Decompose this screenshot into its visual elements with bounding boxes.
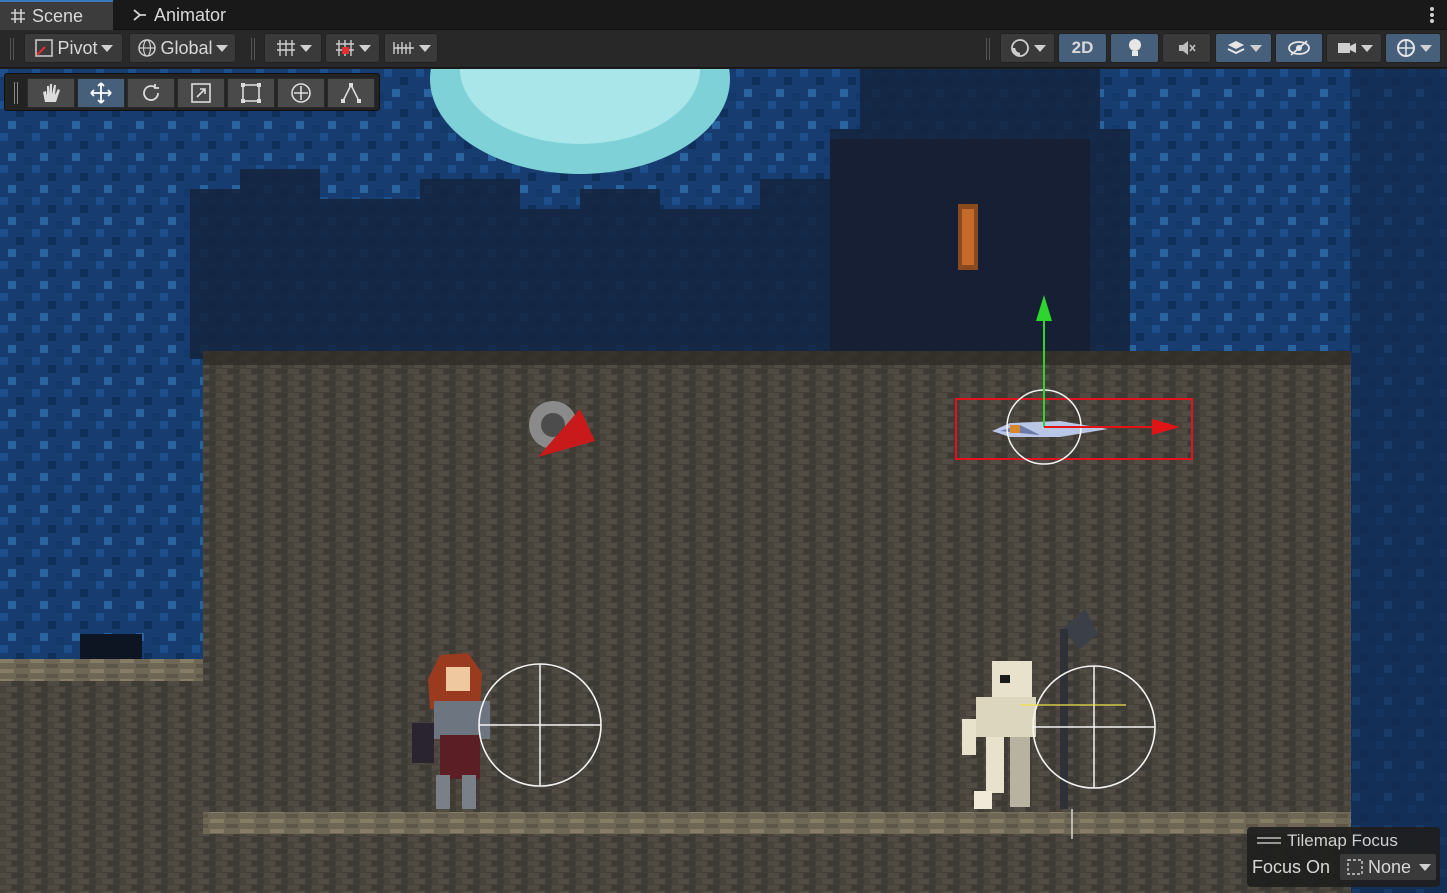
rotate-tool[interactable] xyxy=(127,78,175,108)
ruler-icon xyxy=(392,42,414,54)
camera-settings-dropdown[interactable] xyxy=(1326,33,1382,63)
move-tool[interactable] xyxy=(77,78,125,108)
hand-icon xyxy=(43,84,60,102)
grid-snapping-dropdown[interactable] xyxy=(325,33,380,63)
chevron-down-icon xyxy=(1360,44,1373,52)
snap-grid-icon xyxy=(336,40,354,56)
scene-viewport[interactable] xyxy=(0,69,1447,893)
animator-graph-icon xyxy=(132,7,148,23)
focus-on-value: None xyxy=(1368,856,1412,877)
chevron-down-icon xyxy=(299,44,312,52)
global-label: Global xyxy=(160,37,213,58)
chevron-down-icon xyxy=(359,44,371,52)
mode-2d-label: 2D xyxy=(1071,38,1094,57)
custom-editor-tool[interactable] xyxy=(327,78,375,108)
tab-label: Animator xyxy=(154,4,227,25)
effects-dropdown[interactable] xyxy=(1215,33,1272,63)
hand-tool[interactable] xyxy=(27,78,75,108)
tab-animator[interactable]: Animator xyxy=(122,0,248,30)
tab-label: Scene xyxy=(32,5,84,26)
chevron-down-icon xyxy=(1034,44,1046,52)
tilemap-focus-title: Tilemap Focus xyxy=(1287,831,1398,850)
transform-combined-icon xyxy=(291,83,311,103)
pivot-icon xyxy=(35,39,54,57)
scene-toolbar: Pivot Global 2D xyxy=(0,30,1447,68)
chevron-down-icon xyxy=(100,44,113,52)
audio-toggle[interactable] xyxy=(1162,33,1211,63)
increment-snapping-dropdown[interactable] xyxy=(384,33,438,63)
editor-tab-bar: Scene Animator xyxy=(0,0,1447,30)
chevron-down-icon xyxy=(215,44,228,52)
ledge-object xyxy=(80,634,142,659)
pivot-dropdown[interactable]: Pivot xyxy=(24,33,123,63)
chevron-down-icon xyxy=(1419,44,1432,52)
shaded-sphere-icon xyxy=(1011,39,1029,57)
eye-hidden-icon xyxy=(1288,40,1310,56)
left-ledge xyxy=(0,659,203,893)
toolbar-grip[interactable] xyxy=(251,38,255,60)
mode-2d-toggle[interactable]: 2D xyxy=(1058,33,1107,63)
scale-icon xyxy=(191,83,211,103)
focus-on-label: Focus On xyxy=(1252,857,1331,877)
chevron-down-icon xyxy=(418,44,431,52)
rect-tool[interactable] xyxy=(227,78,275,108)
toolbar-grip[interactable] xyxy=(986,38,990,60)
more-options-icon[interactable] xyxy=(1429,6,1435,24)
rock-wall-right xyxy=(1350,69,1447,893)
brick-wall xyxy=(203,351,1351,821)
camera-icon xyxy=(1337,43,1356,53)
grid-visibility-dropdown[interactable] xyxy=(264,33,322,63)
tool-palette xyxy=(4,73,380,111)
chevron-down-icon xyxy=(1419,863,1432,871)
toolbar-grip[interactable] xyxy=(10,38,14,60)
move-arrows-icon xyxy=(90,82,112,104)
global-dropdown[interactable]: Global xyxy=(129,33,236,63)
focus-on-dropdown[interactable]: None xyxy=(1339,853,1437,881)
overlay-drag-handle-icon[interactable] xyxy=(1257,836,1281,846)
floor-top xyxy=(203,812,1351,834)
tilemap-focus-overlay: Tilemap Focus Focus On None xyxy=(1247,827,1440,887)
gizmos-dropdown[interactable] xyxy=(1385,33,1441,63)
scene-lighting-toggle[interactable] xyxy=(1110,33,1159,63)
gizmos-sphere-icon xyxy=(1396,39,1415,57)
lightbulb-icon xyxy=(1128,39,1141,56)
scene-visibility-toggle[interactable] xyxy=(1275,33,1323,63)
grid-snap-icon xyxy=(276,40,295,56)
wall-shadow xyxy=(203,351,1351,365)
scale-tool[interactable] xyxy=(177,78,225,108)
chevron-down-icon xyxy=(1250,44,1262,52)
draw-mode-dropdown[interactable] xyxy=(1000,33,1055,63)
tower-window-light xyxy=(962,209,974,265)
custom-tool-icon xyxy=(341,83,361,103)
rotate-icon xyxy=(143,84,159,101)
focus-target-icon xyxy=(1347,859,1363,875)
heroine-collider-gizmo xyxy=(478,663,602,787)
pivot-label: Pivot xyxy=(57,37,98,58)
palette-grip[interactable] xyxy=(14,82,18,104)
left-ledge-top xyxy=(0,659,203,681)
speaker-muted-icon xyxy=(1178,41,1196,55)
transform-tool[interactable] xyxy=(277,78,325,108)
tab-scene[interactable]: Scene xyxy=(0,0,113,30)
globe-icon xyxy=(138,39,157,57)
grid-hash-icon xyxy=(10,8,26,24)
scene-canvas xyxy=(0,69,1447,893)
layers-effects-icon xyxy=(1227,41,1245,55)
rect-transform-icon xyxy=(241,83,261,103)
